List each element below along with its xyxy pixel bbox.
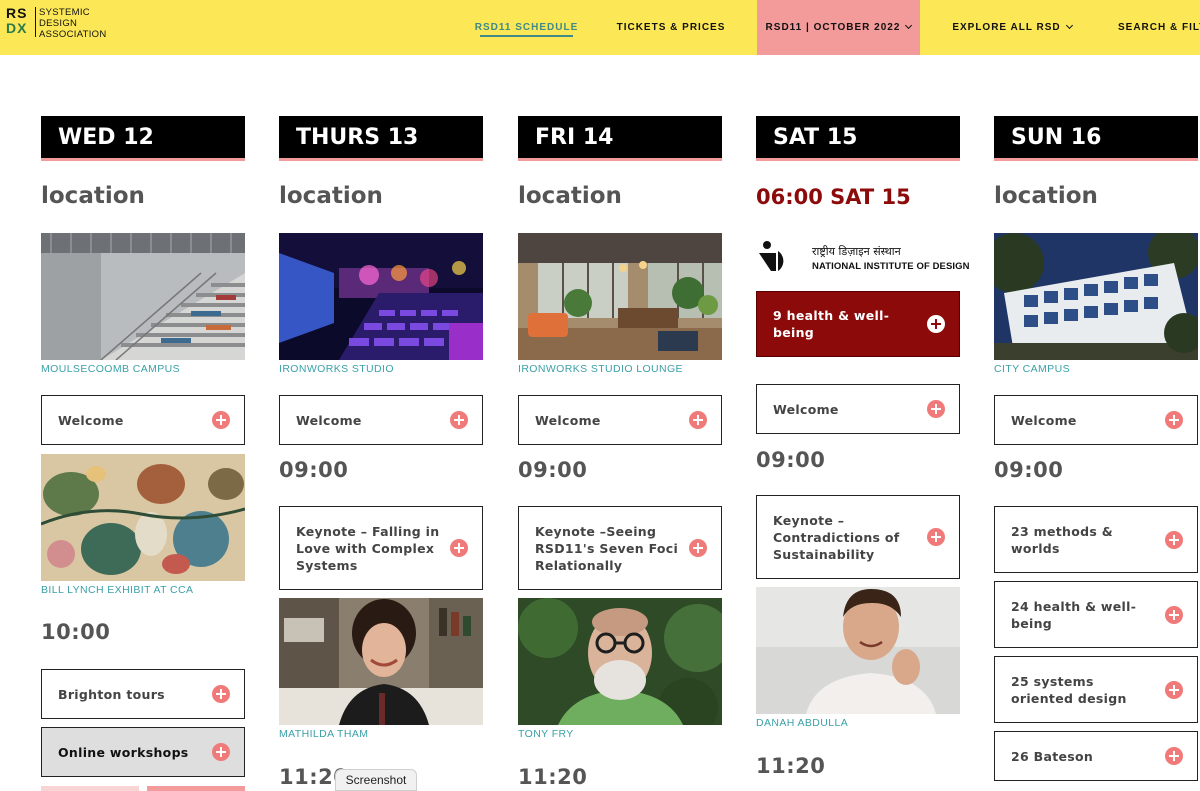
- welcome-card[interactable]: Welcome: [994, 395, 1198, 445]
- logo-mark: RS DX: [6, 5, 28, 36]
- day-heading-accent: [994, 158, 1198, 161]
- day-column-wed: WED 12 location MOULSECOOMB CAMPUS Welco…: [41, 0, 245, 791]
- session-card[interactable]: Brighton tours: [41, 669, 245, 719]
- location-title: location: [518, 183, 622, 209]
- moulsecoomb-campus-photo[interactable]: [41, 233, 245, 360]
- add-plus-icon[interactable]: [689, 411, 707, 429]
- keynote-card[interactable]: Keynote – Contradictions of Sustainabili…: [756, 495, 960, 579]
- welcome-card[interactable]: Welcome: [41, 395, 245, 445]
- welcome-card[interactable]: Welcome: [279, 395, 483, 445]
- session-card[interactable]: 26 Bateson: [994, 731, 1198, 781]
- day-heading-accent: [756, 158, 960, 161]
- speaker-photo-tony-fry[interactable]: [518, 598, 722, 725]
- photo-caption[interactable]: BILL LYNCH EXHIBIT AT CCA: [41, 584, 193, 596]
- nid-english-name: NATIONAL INSTITUTE OF DESIGN: [812, 261, 970, 272]
- session-card[interactable]: 23 methods & worlds: [994, 506, 1198, 573]
- time-label: 09:00: [279, 458, 349, 482]
- day-heading-accent: [41, 158, 245, 161]
- speaker-caption[interactable]: MATHILDA THAM: [279, 728, 368, 740]
- location-title: location: [279, 183, 383, 209]
- add-plus-icon[interactable]: [1165, 411, 1183, 429]
- nid-hindi-name: राष्ट्रीय डिज़ाइन संस्थान: [812, 245, 901, 258]
- nid-emblem-icon: [759, 241, 784, 271]
- speaker-photo-danah-abdulla[interactable]: [756, 587, 960, 714]
- day-heading: WED 12: [41, 116, 245, 158]
- bill-lynch-exhibit-photo[interactable]: [41, 454, 245, 581]
- photo-caption[interactable]: MOULSECOOMB CAMPUS: [41, 363, 180, 375]
- add-plus-icon[interactable]: [212, 411, 230, 429]
- location-title: 06:00 SAT 15: [756, 185, 911, 209]
- time-label: 11:20: [518, 765, 588, 789]
- speaker-caption[interactable]: TONY FRY: [518, 728, 574, 740]
- nid-logo[interactable]: राष्ट्रीय डिज़ाइन संस्थान NATIONAL INSTI…: [756, 239, 970, 275]
- add-plus-icon[interactable]: [212, 685, 230, 703]
- add-plus-icon[interactable]: [450, 411, 468, 429]
- speaker-photo-mathilda-tham[interactable]: [279, 598, 483, 725]
- add-plus-icon[interactable]: [927, 315, 945, 333]
- day-heading-accent: [279, 158, 483, 161]
- day-heading-accent: [518, 158, 722, 161]
- photo-caption[interactable]: CITY CAMPUS: [994, 363, 1070, 375]
- ironworks-studio-photo[interactable]: [279, 233, 483, 360]
- welcome-card[interactable]: Welcome: [518, 395, 722, 445]
- location-title: location: [41, 183, 145, 209]
- ironworks-studio-lounge-photo[interactable]: [518, 233, 722, 360]
- time-label: 10:00: [41, 620, 111, 644]
- welcome-card[interactable]: Welcome: [756, 384, 960, 434]
- time-label: 09:00: [756, 448, 826, 472]
- day-heading: FRI 14: [518, 116, 722, 158]
- session-card[interactable]: Online workshops: [41, 727, 245, 777]
- day-heading: SUN 16: [994, 116, 1198, 158]
- time-label: 09:00: [518, 458, 588, 482]
- add-plus-icon[interactable]: [1165, 747, 1183, 765]
- city-campus-photo[interactable]: [994, 233, 1198, 360]
- session-card[interactable]: 25 systems oriented design: [994, 656, 1198, 723]
- session-card[interactable]: 24 health & well-being: [994, 581, 1198, 648]
- add-plus-icon[interactable]: [212, 743, 230, 761]
- add-plus-icon[interactable]: [1165, 530, 1183, 549]
- day-column-sun: SUN 16 location CITY CAMPUS Welcome 09:0…: [994, 0, 1198, 791]
- photo-caption[interactable]: IRONWORKS STUDIO LOUNGE: [518, 363, 683, 375]
- keynote-card[interactable]: Keynote – Falling in Love with Complex S…: [279, 506, 483, 590]
- day-column-thurs: THURS 13 location IRONWORKS STUDIO Welco…: [279, 0, 483, 791]
- day-heading: THURS 13: [279, 116, 483, 158]
- screenshot-tooltip: Screenshot: [335, 769, 417, 791]
- photo-caption[interactable]: IRONWORKS STUDIO: [279, 363, 394, 375]
- time-label: 11:20: [756, 754, 826, 778]
- day-column-sat: SAT 15 06:00 SAT 15 राष्ट्रीय डिज़ाइन सं…: [756, 0, 970, 791]
- featured-session-card[interactable]: 9 health & well-being: [756, 291, 960, 357]
- day-column-fri: FRI 14 location IRONWORKS STUDIO LOUNGE …: [518, 0, 722, 791]
- next-card-preview: [41, 786, 245, 791]
- location-title: location: [994, 183, 1098, 209]
- add-plus-icon[interactable]: [1165, 605, 1183, 624]
- day-heading: SAT 15: [756, 116, 960, 158]
- time-label: 09:00: [994, 458, 1064, 482]
- add-plus-icon[interactable]: [689, 539, 707, 557]
- keynote-card[interactable]: Keynote –Seeing RSD11's Seven Foci Relat…: [518, 506, 722, 590]
- add-plus-icon[interactable]: [927, 400, 945, 418]
- logo-divider: [35, 7, 36, 37]
- add-plus-icon[interactable]: [927, 528, 945, 546]
- add-plus-icon[interactable]: [1165, 680, 1183, 699]
- add-plus-icon[interactable]: [450, 539, 468, 557]
- speaker-caption[interactable]: DANAH ABDULLA: [756, 717, 848, 729]
